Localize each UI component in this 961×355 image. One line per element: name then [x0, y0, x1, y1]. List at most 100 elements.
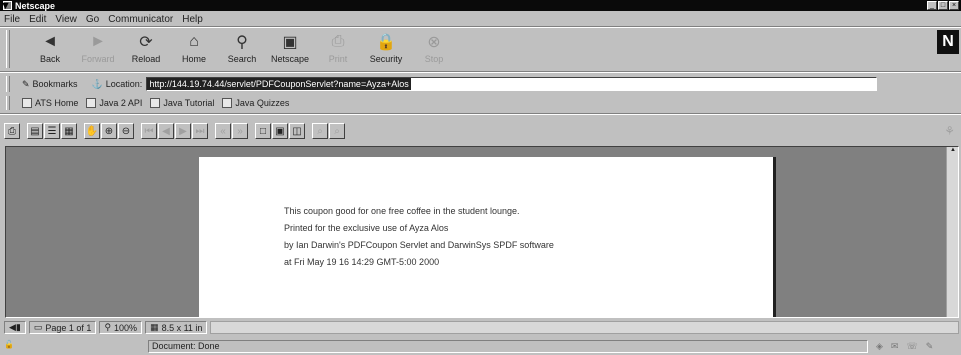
search-icon: ⚲	[236, 34, 248, 51]
personal-link-java2-api[interactable]: Java 2 API	[86, 98, 142, 108]
forward-button[interactable]: ► Forward	[74, 30, 122, 68]
navigator-icon[interactable]: ◈	[876, 341, 883, 352]
scroll-up-icon[interactable]: ▲	[947, 147, 958, 157]
nav-button-label: Back	[39, 54, 60, 64]
menu-communicator[interactable]: Communicator	[108, 14, 173, 25]
navigation-toolbar: ◄ Back ► Forward ⟳ Reload ⌂ Home ⚲ Search ▣ Netscap…	[0, 28, 961, 70]
pane-toggle-button[interactable]: ◀▮	[4, 321, 26, 334]
coupon-line: This coupon good for one free coffee in …	[284, 206, 520, 216]
last-page-icon[interactable]: ⏭	[192, 123, 208, 139]
go-back-icon[interactable]: «	[215, 123, 231, 139]
zoom-box[interactable]: ⚲ 100%	[99, 321, 143, 334]
zoom-level: 100%	[114, 322, 138, 333]
fit-width-icon[interactable]: ◫	[289, 123, 305, 139]
prev-page-icon[interactable]: ◀	[158, 123, 174, 139]
close-icon[interactable]: ×	[949, 1, 959, 10]
personal-link-label: ATS Home	[35, 98, 79, 108]
minimize-icon[interactable]: _	[927, 1, 937, 10]
first-page-icon[interactable]: ⏮	[141, 123, 157, 139]
coupon-line: Printed for the exclusive use of Ayza Al…	[284, 223, 449, 233]
bookmark-folder-icon	[86, 98, 97, 108]
bookmarks-button[interactable]: ✎ Bookmarks	[22, 79, 78, 90]
nav-button-label: Security	[369, 54, 403, 64]
pdf-viewer[interactable]: This coupon good for one free coffee in …	[5, 146, 959, 318]
toolbar-grip[interactable]	[6, 96, 10, 110]
home-button[interactable]: ⌂ Home	[170, 30, 218, 68]
url-dropdown-chevron-down-icon[interactable]: ▼	[0, 0, 11, 12]
back-arrow-icon: ◄	[42, 33, 58, 50]
zoom-in-icon[interactable]: ⊕	[101, 123, 117, 139]
find-next-icon[interactable]: ⌕	[329, 123, 345, 139]
url-text: http://144.19.74.44/servlet/PDFCouponSer…	[147, 78, 411, 90]
personal-toolbar: ATS Home Java 2 API Java Tutorial Java Q…	[0, 95, 961, 111]
fit-page-icon[interactable]: ▣	[272, 123, 288, 139]
page-size-box[interactable]: ▦ 8.5 x 11 in	[145, 321, 208, 334]
page-proxy-icon[interactable]: ⚓	[92, 79, 103, 90]
bookmark-page-icon	[222, 98, 233, 108]
reload-button[interactable]: ⟳ Reload	[122, 30, 170, 68]
personal-link-ats-home[interactable]: ATS Home	[22, 98, 78, 108]
nav-button-label: Stop	[424, 54, 444, 64]
personal-link-label: Java Tutorial	[163, 98, 215, 108]
vertical-scrollbar[interactable]: ▲	[946, 147, 958, 317]
maximize-icon[interactable]: □	[938, 1, 948, 10]
zoom-out-icon[interactable]: ⊖	[118, 123, 134, 139]
nav-button-label: Search	[227, 54, 257, 64]
composer-icon[interactable]: ✎	[926, 341, 934, 352]
nav-button-label: Forward	[81, 54, 115, 64]
home-icon: ⌂	[189, 33, 199, 50]
mail-icon[interactable]: ✉	[891, 341, 899, 352]
bookmark-page-icon	[22, 98, 32, 108]
status-message: Document: Done	[148, 339, 868, 353]
print-icon[interactable]: ⎙	[4, 123, 20, 139]
menu-go[interactable]: Go	[86, 14, 99, 25]
bookmarks-pane-icon[interactable]: ☰	[44, 123, 60, 139]
pdf-page: This coupon good for one free coffee in …	[199, 157, 776, 317]
nav-button-label: Home	[181, 54, 206, 64]
personal-link-label: Java Quizzes	[235, 98, 290, 108]
page-icon: ▭	[33, 322, 43, 332]
hand-tool-icon[interactable]: ✋	[84, 123, 100, 139]
coupon-line: at Fri May 19 16 14:29 GMT-5:00 2000	[284, 257, 440, 267]
page-number-box[interactable]: ▭ Page 1 of 1	[28, 321, 97, 334]
magnifier-icon: ⚲	[104, 322, 112, 332]
bookmarks-label: Bookmarks	[32, 79, 78, 89]
find-icon[interactable]: ⌕	[312, 123, 328, 139]
reload-icon: ⟳	[139, 34, 153, 51]
menu-file[interactable]: File	[4, 14, 20, 25]
thumbnails-pane-icon[interactable]: ▦	[61, 123, 77, 139]
back-button[interactable]: ◄ Back	[26, 30, 74, 68]
nav-button-label: Print	[328, 54, 348, 64]
toolbar-grip[interactable]	[6, 76, 10, 92]
stop-button[interactable]: ⊗ Stop	[410, 30, 458, 68]
search-button[interactable]: ⚲ Search	[218, 30, 266, 68]
security-status-icon[interactable]: 🔓	[4, 340, 30, 352]
window-controls: _ □ ×	[927, 1, 959, 10]
page-only-icon[interactable]: ▤	[27, 123, 43, 139]
page-size: 8.5 x 11 in	[161, 322, 203, 333]
menu-help[interactable]: Help	[182, 14, 203, 25]
menu-view[interactable]: View	[55, 14, 77, 25]
coupon-line: by Ian Darwin's PDFCoupon Servlet and Da…	[284, 240, 554, 250]
menu-edit[interactable]: Edit	[29, 14, 46, 25]
go-forward-icon[interactable]: »	[232, 123, 248, 139]
actual-size-icon[interactable]: □	[255, 123, 271, 139]
discussions-icon[interactable]: ☏	[906, 341, 917, 352]
toolbar-grip[interactable]	[6, 30, 10, 68]
horizontal-scrollbar[interactable]	[210, 321, 959, 334]
url-input[interactable]: http://144.19.74.44/servlet/PDFCouponSer…	[146, 77, 878, 91]
pdf-toolbar: ⎙ ▤ ☰ ▦ ✋ ⊕ ⊖ ⏮ ◀ ▶ ⏭ « » □ ▣ ◫ ⌕ ⌕ ⚘	[0, 120, 961, 142]
netscape-button[interactable]: ▣ Netscape	[266, 30, 314, 68]
location-label: ⚓ Location:	[92, 79, 143, 90]
personal-link-label: Java 2 API	[99, 98, 143, 108]
personal-link-java-tutorial[interactable]: Java Tutorial	[150, 98, 214, 108]
personal-link-java-quizzes[interactable]: Java Quizzes	[222, 98, 289, 108]
stop-icon: ⊗	[427, 34, 441, 51]
viewer-status-row: ◀▮ ▭ Page 1 of 1 ⚲ 100% ▦ 8.5 x 11 in	[4, 320, 959, 335]
pane-toggle-icon: ◀▮	[9, 322, 21, 332]
print-button[interactable]: ⎙ Print	[314, 30, 362, 68]
menu-bar: File Edit View Go Communicator Help	[0, 12, 961, 26]
next-page-icon[interactable]: ▶	[175, 123, 191, 139]
security-button[interactable]: 🔒 Security	[362, 30, 410, 68]
netscape-logo-icon[interactable]: N	[937, 30, 959, 54]
